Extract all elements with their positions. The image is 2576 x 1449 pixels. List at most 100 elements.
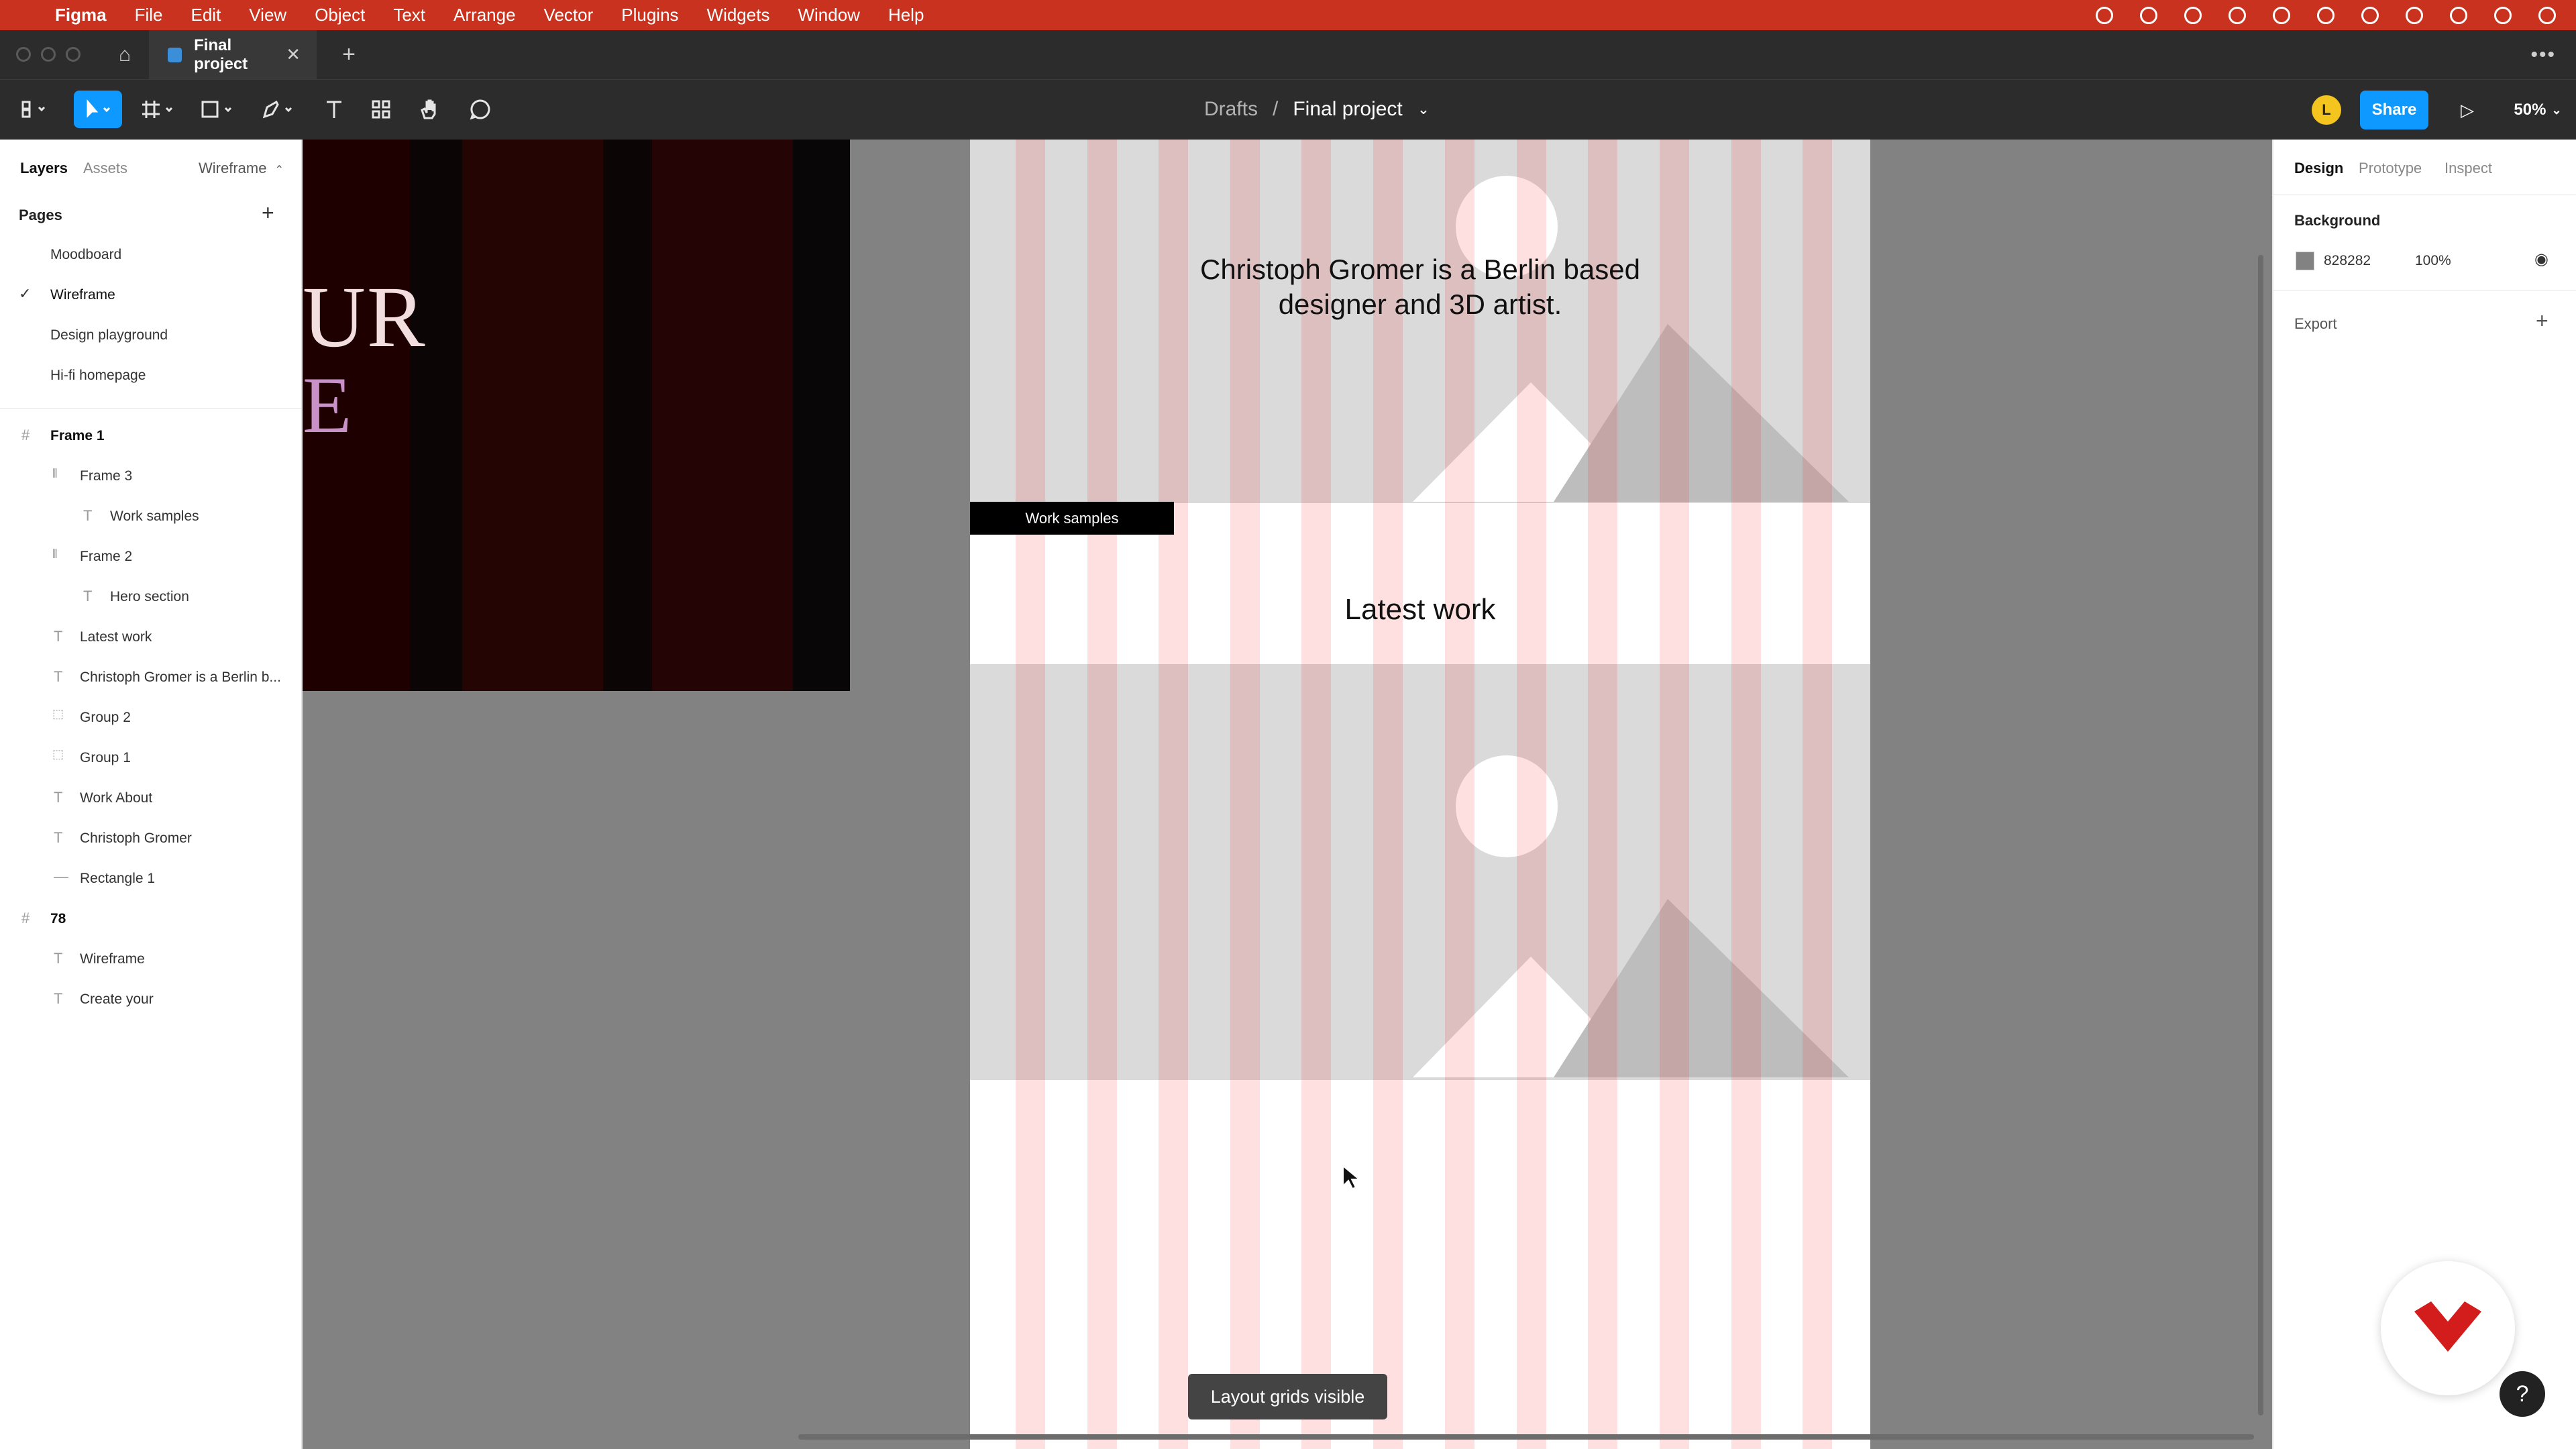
add-page-icon[interactable]: +: [262, 201, 274, 225]
tab-final-project[interactable]: Final project ✕: [149, 30, 317, 79]
tab-assets[interactable]: Assets: [83, 160, 127, 177]
background-hex-input[interactable]: 828282: [2324, 253, 2371, 269]
menu-vector[interactable]: Vector: [544, 5, 594, 25]
design-panel: [2272, 140, 2576, 1449]
page-item-hi-fi-homepage[interactable]: Hi-fi homepage: [50, 368, 146, 384]
background-color-swatch[interactable]: [2296, 252, 2314, 270]
move-tool-icon[interactable]: [74, 91, 122, 128]
chevron-down-icon[interactable]: ⌄: [1417, 101, 1430, 118]
breadcrumb-file-name[interactable]: Final project: [1293, 98, 1402, 121]
gear-icon[interactable]: [2229, 6, 2246, 24]
tab-layers[interactable]: Layers: [20, 160, 68, 177]
search-icon[interactable]: [2450, 6, 2467, 24]
menu-app-figma[interactable]: Figma: [55, 5, 107, 25]
background-opacity-input[interactable]: 100%: [2415, 253, 2451, 269]
home-icon[interactable]: ⌂: [101, 30, 149, 79]
menu-view[interactable]: View: [249, 5, 286, 25]
menu-object[interactable]: Object: [315, 5, 365, 25]
text-tool-icon[interactable]: [315, 91, 353, 128]
zoom-dropdown[interactable]: 50% ⌄: [2508, 91, 2568, 129]
background-heading: Background: [2294, 212, 2381, 229]
menu-arrange[interactable]: Arrange: [453, 5, 516, 25]
page-selector[interactable]: Wireframe ⌃: [199, 160, 284, 177]
window-close-button[interactable]: [16, 47, 31, 62]
vertical-scrollbar[interactable]: [2258, 255, 2263, 1415]
figma-file-icon: [168, 47, 182, 62]
page-item-design-playground[interactable]: Design playground: [50, 327, 168, 343]
divider: [0, 408, 303, 409]
breadcrumb-drafts[interactable]: Drafts: [1204, 98, 1258, 121]
horizontal-scrollbar[interactable]: [798, 1434, 2254, 1440]
line-icon: —: [54, 868, 68, 885]
bluetooth-icon[interactable]: [2361, 6, 2379, 24]
tab-bar: [0, 30, 2576, 79]
menu-file[interactable]: File: [135, 5, 163, 25]
layer-frame-3[interactable]: Frame 3: [80, 468, 132, 484]
figma-tray-icon[interactable]: [2096, 6, 2113, 24]
more-options-icon[interactable]: •••: [2530, 30, 2556, 79]
control-center-icon[interactable]: [2494, 6, 2512, 24]
layer-hero-text[interactable]: Christoph Gromer is a Berlin b...: [80, 669, 281, 686]
layer-hero-section[interactable]: Hero section: [110, 589, 189, 605]
layout-grids-toast: Layout grids visible: [1188, 1374, 1387, 1419]
latest-work-heading[interactable]: Latest work: [970, 593, 1870, 627]
layer-wireframe[interactable]: Wireframe: [80, 951, 145, 967]
dark-frame[interactable]: [303, 140, 850, 691]
layer-rectangle-1[interactable]: Rectangle 1: [80, 871, 155, 887]
layer-christoph-gromer[interactable]: Christoph Gromer: [80, 830, 192, 847]
menu-help[interactable]: Help: [888, 5, 924, 25]
avatar[interactable]: L: [2312, 95, 2341, 125]
layer-work-about[interactable]: Work About: [80, 790, 152, 806]
menu-widgets[interactable]: Widgets: [707, 5, 770, 25]
resources-tool-icon[interactable]: [362, 91, 400, 128]
menu-plugins[interactable]: Plugins: [621, 5, 678, 25]
work-samples-label[interactable]: Work samples: [970, 502, 1174, 535]
tab-design[interactable]: Design: [2294, 160, 2343, 177]
help-button[interactable]: ?: [2500, 1371, 2545, 1417]
share-button[interactable]: Share: [2360, 91, 2428, 129]
text-layer-icon: T: [54, 990, 63, 1007]
comment-tool-icon[interactable]: [462, 91, 499, 128]
present-play-icon[interactable]: ▷: [2449, 91, 2486, 129]
layer-frame-1[interactable]: Frame 1: [50, 428, 105, 444]
layer-group-1[interactable]: Group 1: [80, 750, 131, 766]
page-selector-label: Wireframe: [199, 160, 267, 176]
layer-frame-2[interactable]: Frame 2: [80, 549, 132, 565]
hero-text[interactable]: Christoph Gromer is a Berlin based desig…: [970, 252, 1870, 322]
airdrop-icon[interactable]: [2273, 6, 2290, 24]
group-icon: ⬚: [52, 747, 64, 761]
window-zoom-button[interactable]: [66, 47, 80, 62]
layer-work-samples[interactable]: Work samples: [110, 508, 199, 525]
shape-tool-icon[interactable]: [195, 91, 243, 128]
tab-inspect[interactable]: Inspect: [2445, 160, 2492, 177]
wifi-icon[interactable]: [2406, 6, 2423, 24]
layer-78[interactable]: 78: [50, 911, 66, 927]
menu-text[interactable]: Text: [393, 5, 425, 25]
layer-latest-work[interactable]: Latest work: [80, 629, 152, 645]
hand-tool-icon[interactable]: [411, 91, 448, 128]
menu-edit[interactable]: Edit: [191, 5, 221, 25]
window-minimize-button[interactable]: [41, 47, 56, 62]
volume-icon[interactable]: [2317, 6, 2334, 24]
page-item-wireframe[interactable]: Wireframe: [50, 287, 115, 303]
page-item-moodboard[interactable]: Moodboard: [50, 247, 121, 263]
sync-icon[interactable]: [2140, 6, 2157, 24]
tab-prototype[interactable]: Prototype: [2359, 160, 2422, 177]
auto-layout-icon: ⫴: [52, 547, 58, 561]
main-menu-icon[interactable]: [13, 91, 54, 128]
dark-frame-subheading: E: [303, 360, 352, 449]
clock-icon[interactable]: [2538, 6, 2556, 24]
breadcrumb: Drafts / Final project ⌄: [1204, 79, 1430, 140]
frame-1[interactable]: [970, 140, 1870, 1449]
menu-window[interactable]: Window: [798, 5, 859, 25]
pen-tool-icon[interactable]: [255, 91, 303, 128]
frame-tool-icon[interactable]: [134, 91, 182, 128]
layer-group-2[interactable]: Group 2: [80, 710, 131, 726]
new-tab-button[interactable]: +: [335, 30, 362, 79]
eye-icon[interactable]: ◉: [2534, 250, 2548, 269]
auto-layout-icon: ⫴: [52, 467, 58, 480]
close-tab-icon[interactable]: ✕: [286, 44, 301, 65]
add-export-icon[interactable]: +: [2536, 309, 2548, 333]
creative-cloud-icon[interactable]: [2184, 6, 2202, 24]
layer-create-your[interactable]: Create your: [80, 991, 154, 1008]
